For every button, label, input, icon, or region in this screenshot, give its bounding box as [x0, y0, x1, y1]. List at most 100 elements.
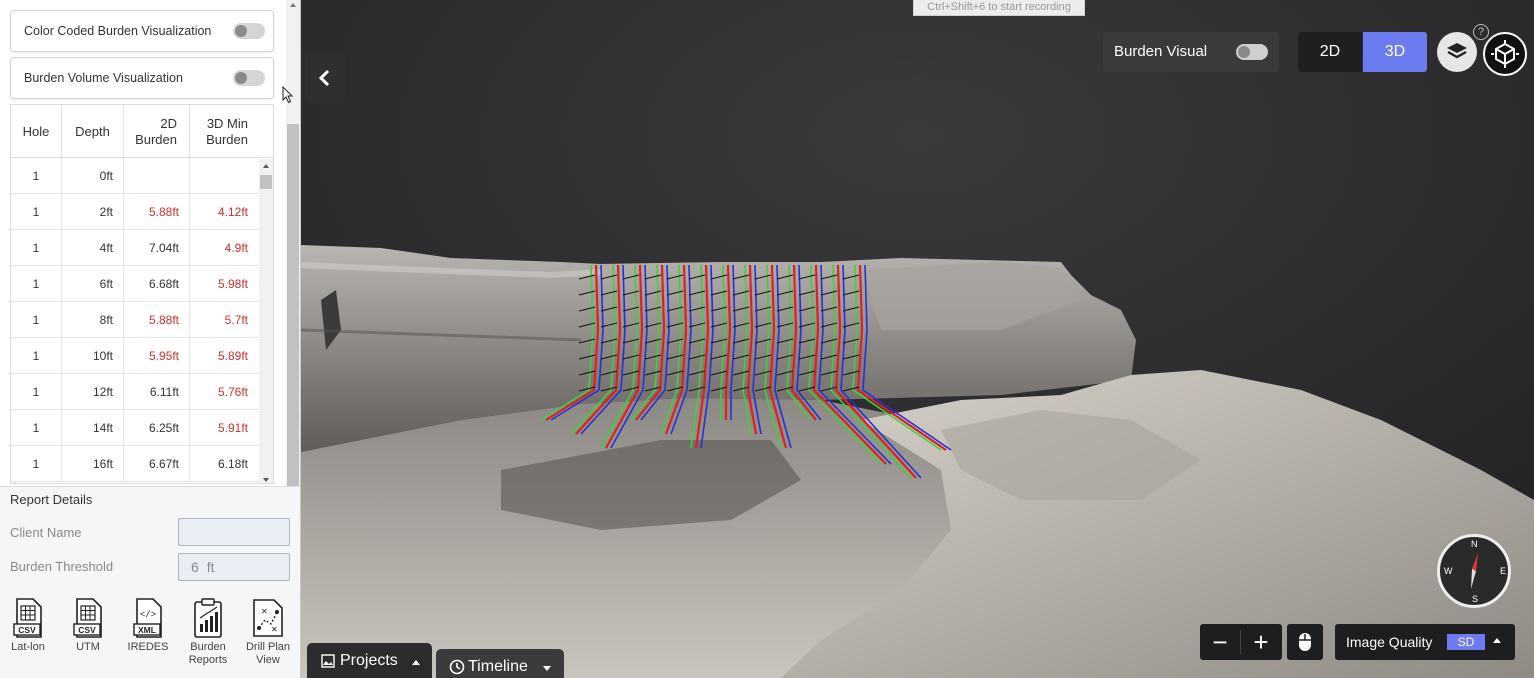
svg-text:✕: ✕	[271, 625, 278, 634]
table-row[interactable]: 1 4ft 7.04ft 4.9ft	[11, 230, 259, 266]
burden-volume-switch[interactable]	[233, 70, 265, 86]
drill-plan-view-label: Drill Plan View	[245, 641, 290, 666]
table-scroll-down-icon[interactable]	[263, 478, 269, 482]
export-iredes-button[interactable]: </> XML IREDES	[118, 598, 178, 654]
caret-down-icon	[543, 666, 551, 671]
cell-2d-burden: 6.11ft	[124, 374, 190, 410]
column-header-3d-min-burden[interactable]: 3D Min Burden	[190, 105, 258, 158]
csv-file-icon: CSV	[73, 598, 102, 638]
column-header-hole[interactable]: Hole	[11, 105, 62, 158]
table-row[interactable]: 1 10ft 5.95ft 5.89ft	[11, 338, 259, 374]
table-body: 1 0ft 1 2ft 5.88ft 4.12ft 1 4ft 7.04ft 4.9ft 1 6ft 6…	[11, 158, 259, 482]
color-coded-burden-switch[interactable]	[233, 23, 265, 39]
table-scroll-up-icon[interactable]	[263, 164, 269, 168]
timeline-tab-label: Timeline	[468, 658, 528, 675]
panel-scrollbar[interactable]	[286, 0, 300, 486]
column-header-depth[interactable]: Depth	[62, 105, 124, 158]
burden-visual-toggle[interactable]: Burden Visual	[1103, 32, 1279, 72]
layers-button[interactable]	[1437, 32, 1477, 72]
table-row[interactable]: 1 16ft 6.67ft 6.18ft	[11, 446, 259, 482]
color-coded-burden-toggle-card[interactable]: Color Coded Burden Visualization	[10, 10, 274, 52]
table-scrollbar[interactable]	[259, 159, 273, 483]
cell-hole: 1	[11, 374, 62, 410]
client-name-input[interactable]	[178, 518, 290, 546]
burden-side-panel: Color Coded Burden Visualization Burden …	[0, 0, 301, 678]
view-3d-button[interactable]: 3D	[1363, 32, 1427, 72]
table-header: Hole Depth 2D Burden 3D Min Burden	[11, 105, 273, 158]
burden-table: Hole Depth 2D Burden 3D Min Burden 1 0ft 1 2f…	[10, 104, 274, 484]
cube-view-button[interactable]	[1483, 32, 1527, 76]
export-iredes-label: IREDES	[127, 641, 169, 653]
burden-reports-button[interactable]: Burden Reports	[178, 598, 238, 667]
compass-north: N	[1471, 539, 1478, 549]
cell-depth: 14ft	[62, 410, 124, 446]
collapse-panel-button[interactable]	[305, 52, 345, 104]
table-row[interactable]: 1 0ft	[11, 158, 259, 194]
scroll-up-arrow-icon[interactable]	[290, 3, 296, 7]
3d-viewport[interactable]: Ctrl+Shift+6 to start recording Burden V…	[301, 0, 1534, 678]
color-coded-burden-label: Color Coded Burden Visualization	[24, 24, 212, 38]
cell-hole: 1	[11, 230, 62, 266]
cube-icon	[1491, 40, 1519, 68]
projects-tab[interactable]: Projects	[307, 643, 432, 678]
cell-2d-burden: 6.68ft	[124, 266, 190, 302]
drill-plan-view-button[interactable]: ✕ ✕ Drill Plan View	[238, 598, 298, 667]
export-utm-button[interactable]: CSV UTM	[58, 598, 118, 654]
cell-3d-min-burden: 4.9ft	[224, 241, 248, 255]
cell-hole: 1	[11, 266, 62, 302]
cell-3d-min-burden	[190, 158, 258, 194]
image-quality-control[interactable]: Image Quality SD	[1335, 624, 1515, 660]
view-2d-button[interactable]: 2D	[1298, 32, 1362, 72]
burden-visual-switch[interactable]	[1236, 44, 1268, 60]
mouse-controls-button[interactable]	[1287, 624, 1323, 660]
svg-text:</>: </>	[140, 610, 156, 620]
report-details-title: Report Details	[10, 492, 93, 507]
burden-volume-toggle-card[interactable]: Burden Volume Visualization	[10, 57, 274, 99]
svg-text:CSV: CSV	[78, 625, 96, 635]
report-chart-icon	[194, 598, 222, 638]
table-row[interactable]: 1 14ft 6.25ft 5.91ft	[11, 410, 259, 446]
panel-scroll-thumb[interactable]	[287, 124, 299, 486]
cell-2d-burden: 5.88ft	[124, 194, 190, 230]
xml-file-icon: </> XML	[133, 598, 162, 638]
table-row[interactable]: 1 8ft 5.88ft 5.7ft	[11, 302, 259, 338]
cell-2d-burden: 5.95ft	[124, 338, 190, 374]
burden-threshold-input[interactable]: 6 ft	[178, 553, 290, 581]
cell-depth: 0ft	[62, 158, 124, 194]
table-scroll-thumb[interactable]	[260, 175, 272, 189]
caret-up-icon[interactable]	[1493, 638, 1501, 643]
switch-knob	[1238, 46, 1250, 58]
threshold-value: 6	[191, 559, 199, 575]
cell-depth: 2ft	[62, 194, 124, 230]
projects-tab-label: Projects	[340, 652, 398, 669]
image-quality-value[interactable]: SD	[1447, 634, 1485, 650]
pit-wall-3d-model[interactable]	[301, 0, 1534, 678]
cell-hole: 1	[11, 302, 62, 338]
mouse-cursor-icon	[282, 86, 294, 104]
timeline-tab[interactable]: Timeline	[436, 649, 564, 678]
cell-hole: 1	[11, 338, 62, 374]
cell-depth: 16ft	[62, 446, 124, 482]
cell-hole: 1	[11, 446, 62, 482]
zoom-in-button[interactable]: +	[1241, 624, 1281, 660]
column-header-2d-burden[interactable]: 2D Burden	[124, 105, 190, 158]
table-row[interactable]: 1 12ft 6.11ft 5.76ft	[11, 374, 259, 410]
cell-depth: 12ft	[62, 374, 124, 410]
compass-widget[interactable]: N S E W	[1437, 534, 1511, 608]
csv-file-icon: CSV	[13, 598, 42, 638]
app-window: Color Coded Burden Visualization Burden …	[0, 0, 1534, 678]
zoom-out-button[interactable]: −	[1200, 624, 1240, 660]
help-icon[interactable]: ?	[1473, 24, 1489, 40]
switch-knob	[235, 72, 247, 84]
svg-text:CSV: CSV	[18, 625, 36, 635]
recording-hint: Ctrl+Shift+6 to start recording	[913, 0, 1085, 16]
cell-hole: 1	[11, 158, 62, 194]
burden-volume-label: Burden Volume Visualization	[24, 71, 183, 85]
switch-knob	[235, 25, 247, 37]
table-row[interactable]: 1 2ft 5.88ft 4.12ft	[11, 194, 259, 230]
compass-west: W	[1444, 566, 1453, 576]
table-row[interactable]: 1 6ft 6.68ft 5.98ft	[11, 266, 259, 302]
export-lat-lon-button[interactable]: CSV Lat-lon	[0, 598, 58, 654]
cell-2d-burden: 6.67ft	[124, 446, 190, 482]
clock-icon	[449, 659, 465, 675]
